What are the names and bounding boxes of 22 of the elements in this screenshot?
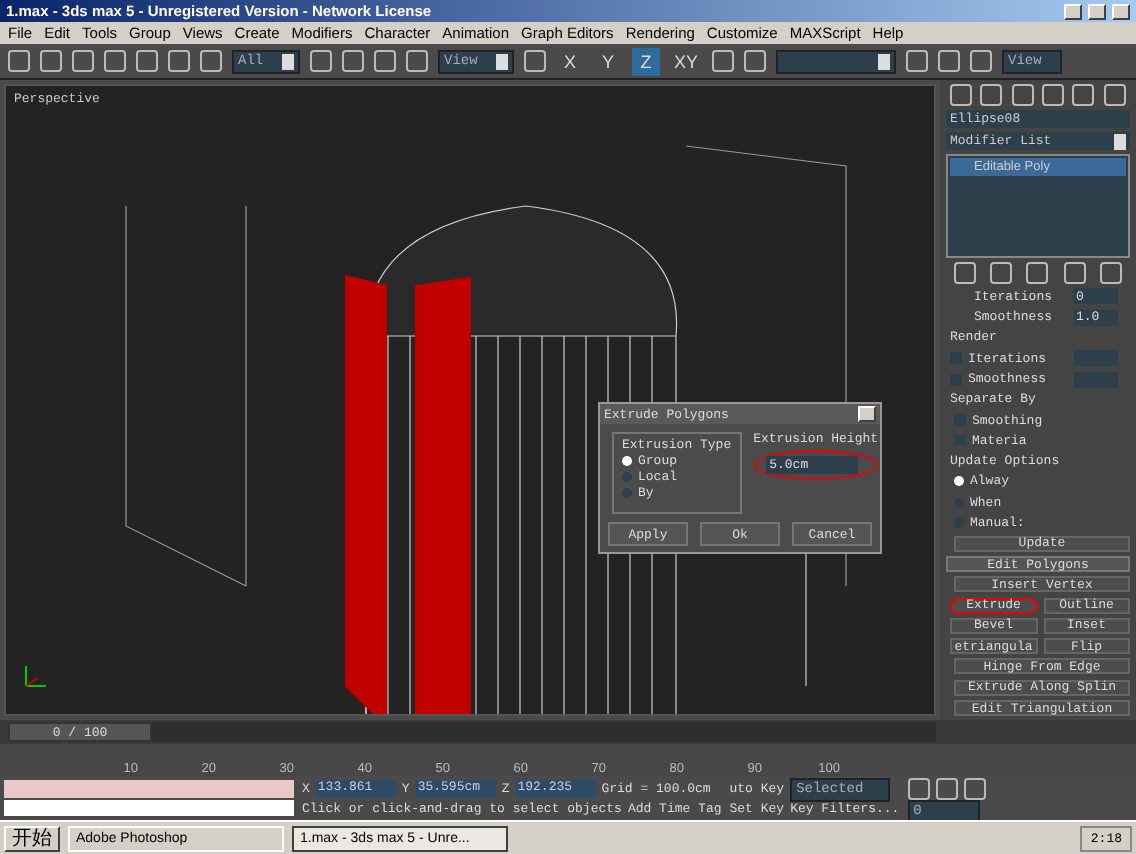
maximize-button[interactable] <box>1088 3 1106 19</box>
close-button[interactable] <box>858 406 876 422</box>
radio-button[interactable] <box>954 517 964 528</box>
radio-button[interactable] <box>622 488 632 498</box>
close-button[interactable] <box>1112 3 1130 19</box>
start-button[interactable]: 开始 <box>4 825 60 851</box>
radio-button[interactable] <box>622 456 632 466</box>
caret-icon <box>1114 133 1126 150</box>
named-selection-dropdown[interactable] <box>776 49 897 73</box>
caret-icon <box>282 53 294 69</box>
axis-constraint-button[interactable]: Y <box>594 47 622 75</box>
axis-constraint-button[interactable]: Z <box>632 47 660 75</box>
radio-button[interactable] <box>622 472 632 482</box>
axis-gizmo-icon <box>25 665 47 687</box>
listener-field[interactable] <box>4 780 294 797</box>
axis-constraint-button[interactable]: XY <box>670 47 703 75</box>
axis-constraint-button[interactable]: X <box>556 47 584 75</box>
radio-button[interactable] <box>954 497 964 508</box>
caret-icon <box>496 53 508 69</box>
minimize-button[interactable] <box>1064 3 1082 19</box>
caret-icon <box>878 53 891 69</box>
radio-button[interactable] <box>954 476 964 487</box>
